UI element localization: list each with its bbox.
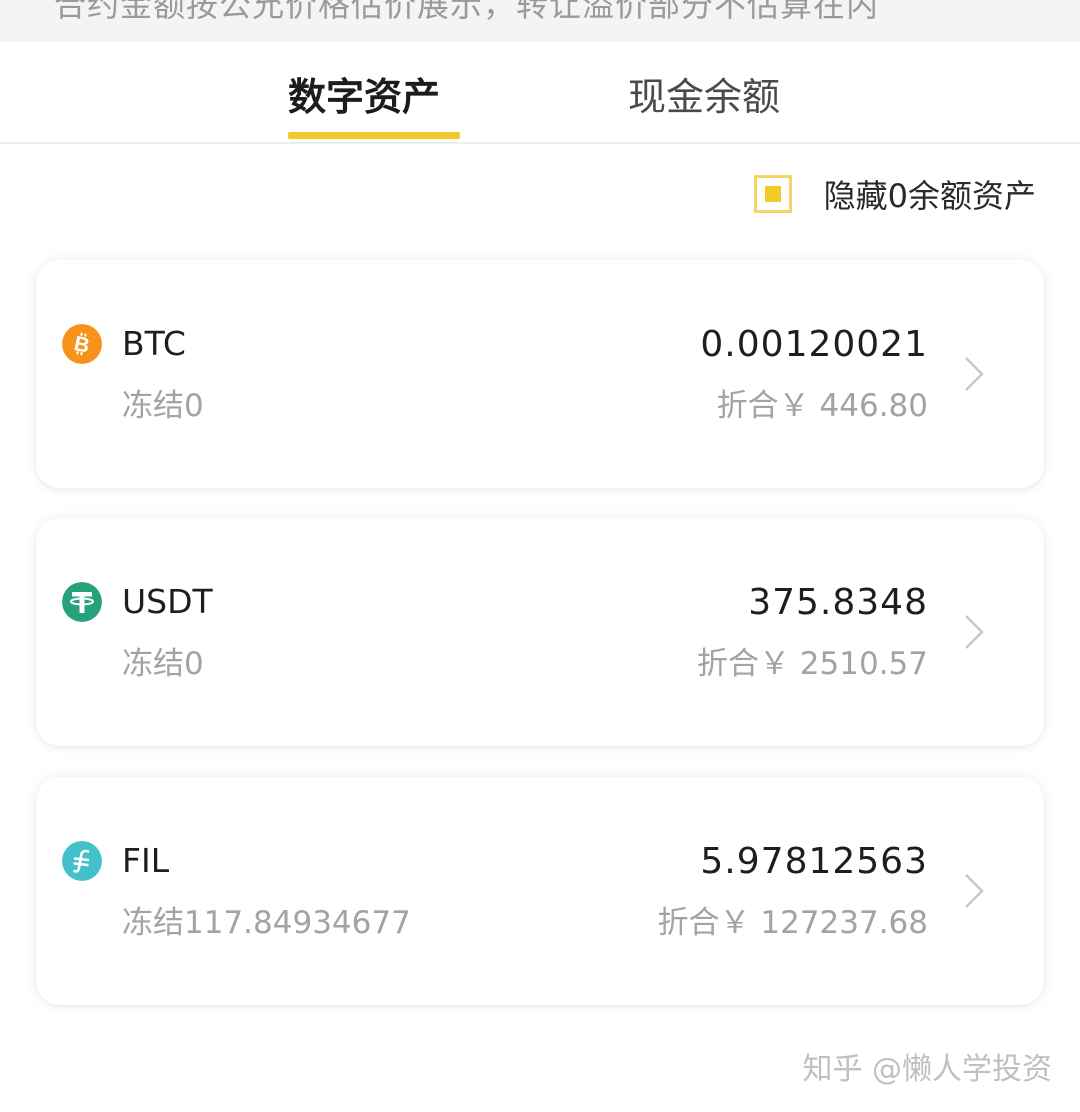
chevron-right-icon	[965, 357, 984, 391]
tether-icon	[62, 582, 102, 622]
asset-cny-value: 折合￥ 2510.57	[696, 646, 928, 682]
asset-cny-value: 折合￥ 446.80	[716, 388, 928, 424]
tab-cash-balance[interactable]: 现金余额	[628, 66, 780, 121]
asset-symbol: USDT	[122, 582, 213, 621]
asset-amount: 375.8348	[748, 582, 928, 623]
tab-digital-assets[interactable]: 数字资产	[288, 66, 440, 121]
filecoin-icon	[62, 841, 102, 881]
asset-frozen: 冻结0	[122, 388, 204, 424]
chevron-right-icon	[965, 615, 984, 649]
asset-card-btc[interactable]: B BTC 冻结0 0.00120021 折合￥ 446.80	[36, 260, 1044, 488]
notice-text: 合约金额按公允价格估价展示，转让溢价部分不估算在内	[54, 0, 880, 24]
asset-frozen: 冻结117.84934677	[122, 905, 411, 941]
asset-card-fil[interactable]: FIL 冻结117.84934677 5.97812563 折合￥ 127237…	[36, 777, 1044, 1005]
notice-banner: 合约金额按公允价格估价展示，转让溢价部分不估算在内	[0, 0, 1080, 42]
asset-card-usdt[interactable]: USDT 冻结0 375.8348 折合￥ 2510.57	[36, 518, 1044, 746]
tab-bar: 数字资产 现金余额	[0, 42, 1080, 144]
asset-symbol: FIL	[122, 841, 170, 880]
asset-amount: 0.00120021	[700, 324, 928, 365]
asset-frozen: 冻结0	[122, 646, 204, 682]
bitcoin-icon: B	[62, 324, 102, 364]
hide-zero-balance-toggle[interactable]: 隐藏0余额资产	[753, 172, 1036, 216]
asset-cny-value: 折合￥ 127237.68	[657, 905, 929, 941]
hide-zero-checkbox[interactable]	[753, 175, 792, 213]
active-tab-indicator	[288, 132, 460, 139]
asset-symbol: BTC	[122, 324, 186, 363]
asset-amount: 5.97812563	[700, 841, 928, 882]
checkbox-checked-mark	[764, 186, 781, 202]
watermark: 知乎 @懒人学投资	[802, 1052, 1052, 1087]
chevron-right-icon	[965, 874, 984, 908]
hide-zero-label: 隐藏0余额资产	[823, 177, 1036, 215]
